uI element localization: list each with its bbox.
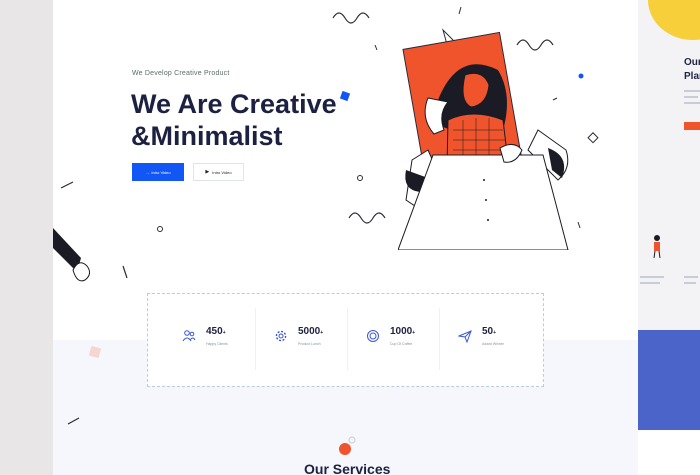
users-icon: [182, 330, 196, 342]
stat-label: Cup Of Coffee: [390, 342, 413, 346]
side-text-line: [684, 96, 698, 98]
stat-divider: [255, 308, 256, 370]
landing-page: We Develop Creative Product We Are Creat…: [53, 0, 638, 475]
services-title: Our Services: [304, 461, 391, 475]
side-text-line: [684, 90, 700, 92]
side-text-line: [640, 276, 664, 278]
arrow-right-icon: →: [145, 169, 150, 175]
side-figure-illustration: [653, 235, 661, 258]
stat-award-winner: 50+ Award Winner: [458, 324, 548, 354]
stat-value: 450+: [206, 326, 226, 337]
stat-value: 5000+: [298, 326, 324, 337]
side-text-line: [684, 102, 700, 104]
intro-video-primary-button[interactable]: → Intro Video: [132, 163, 184, 181]
side-text-line: [684, 282, 696, 284]
side-title: OurPlan: [684, 57, 700, 82]
coffee-icon: [367, 330, 379, 342]
stat-value: 1000+: [390, 326, 416, 337]
stat-cup-of-coffee: 1000+ Cup Of Coffee: [366, 324, 456, 354]
side-yellow-shape: [648, 0, 700, 40]
gear-icon: [275, 330, 287, 342]
hero-eyebrow: We Develop Creative Product: [132, 70, 230, 77]
stat-label: Product Lunch: [298, 342, 321, 346]
side-text-line: [684, 276, 698, 278]
stat-divider: [347, 308, 348, 370]
stat-product-lunch: 5000+ Product Lunch: [274, 324, 364, 354]
hero-illustration: [398, 28, 569, 250]
intro-video-secondary-button[interactable]: ▶ Intro Video: [193, 163, 244, 181]
play-icon: ▶: [205, 169, 210, 175]
stat-divider: [439, 308, 440, 370]
side-white-section: [638, 430, 700, 475]
secondary-button-label: Intro Video: [212, 169, 232, 175]
hero-headline: We Are Creative &Minimalist: [131, 89, 337, 151]
stats-panel: 450+ Happy Clients 5000+ Product Lunch 1…: [147, 293, 544, 387]
stat-label: Award Winner: [482, 342, 504, 346]
stat-value: 50+: [482, 326, 497, 337]
paper-plane-icon: [458, 330, 472, 343]
stat-happy-clients: 450+ Happy Clients: [182, 324, 272, 354]
side-orange-button: [684, 122, 700, 130]
primary-button-label: Intro Video: [151, 169, 171, 175]
stat-label: Happy Clients: [206, 342, 228, 346]
side-preview-card: OurPlan: [638, 0, 700, 475]
side-text-line: [640, 282, 660, 284]
